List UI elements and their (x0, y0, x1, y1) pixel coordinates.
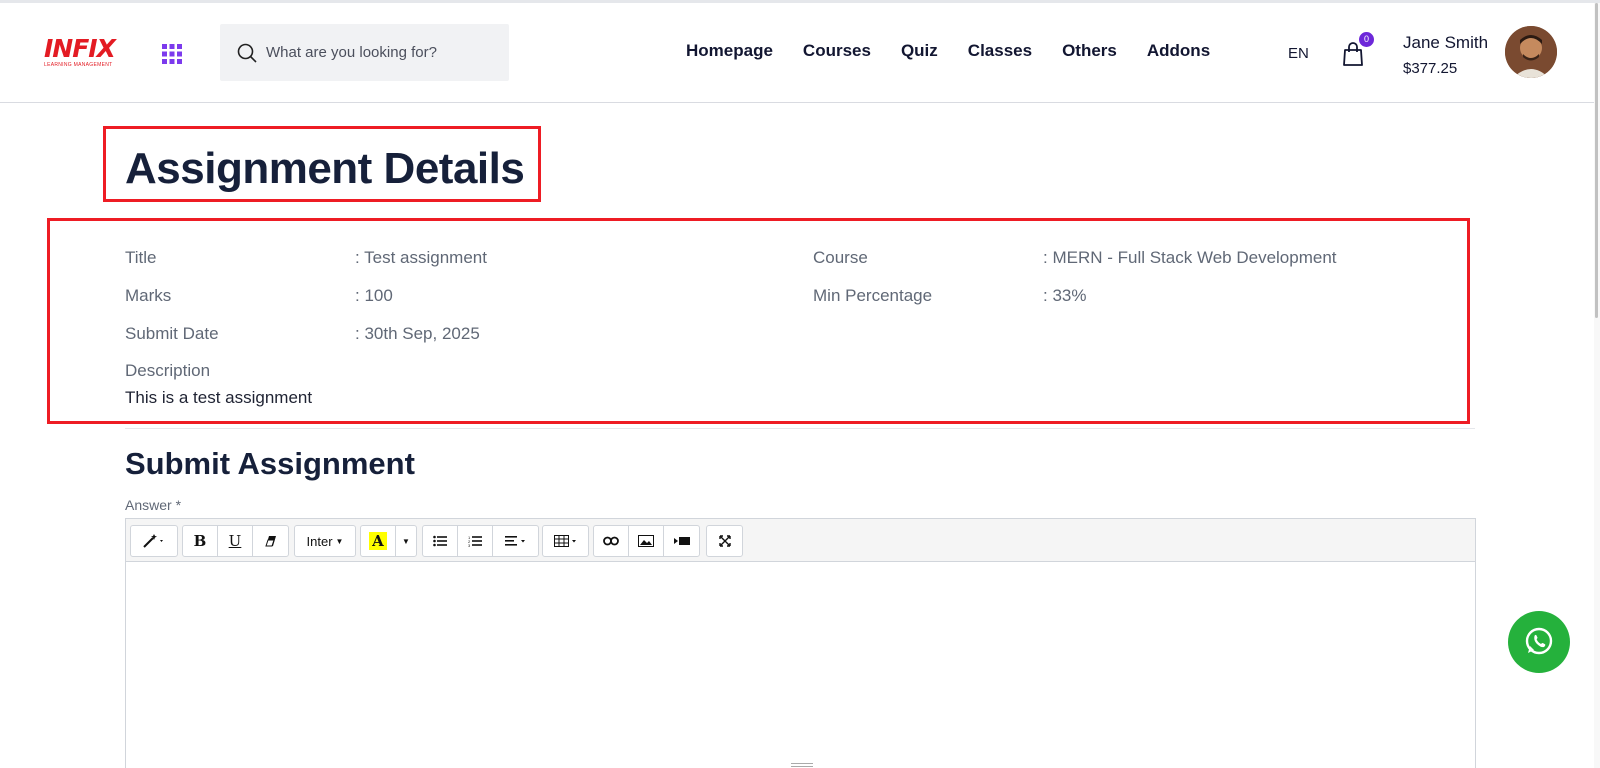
font-family-value: Inter (306, 533, 333, 549)
caret-down-icon: ▼ (335, 536, 344, 546)
submit-assignment-heading: Submit Assignment (125, 446, 415, 481)
page-title: Assignment Details (125, 144, 525, 193)
table-icon[interactable] (543, 526, 588, 556)
video-icon[interactable] (664, 526, 699, 556)
cart-count-badge: 0 (1359, 32, 1374, 47)
page-scrollbar[interactable] (1594, 3, 1600, 768)
whatsapp-icon (1525, 627, 1553, 655)
description-value: This is a test assignment (125, 388, 313, 407)
user-balance: $377.25 (1403, 60, 1458, 77)
text-color-swatch: A (369, 532, 387, 550)
svg-text:3: 3 (468, 543, 471, 547)
title-label: Title (125, 248, 157, 267)
section-divider (125, 428, 1475, 429)
nav-addons[interactable]: Addons (1147, 41, 1210, 65)
submit-date-value: : 30th Sep, 2025 (355, 324, 480, 343)
search-bar (220, 24, 509, 81)
title-value: : Test assignment (355, 248, 487, 267)
fullscreen-icon[interactable] (707, 526, 742, 556)
editor-resize-handle[interactable] (791, 763, 813, 767)
eraser-icon[interactable] (253, 526, 288, 556)
editor-toolbar: B U Inter ▼ A ▼ 123 (126, 519, 1475, 562)
toolbar-group-style (130, 525, 178, 557)
marks-value: : 100 (355, 286, 393, 305)
site-header: INFIX LEARNING MANAGEMENT Homepage Cours… (0, 3, 1596, 103)
description-label: Description (125, 361, 211, 380)
caret-down-icon[interactable]: ▼ (396, 526, 416, 556)
toolbar-group-para: 123 (422, 525, 539, 557)
course-label: Course (813, 248, 868, 267)
avatar[interactable] (1505, 26, 1557, 78)
language-selector[interactable]: EN (1288, 45, 1309, 62)
toolbar-group-color: A ▼ (360, 525, 417, 557)
apps-grid-icon[interactable] (161, 43, 183, 65)
answer-editor-area[interactable] (126, 562, 1475, 768)
font-family-dropdown[interactable]: Inter ▼ (295, 526, 355, 556)
text-color-icon[interactable]: A (361, 526, 396, 556)
toolbar-group-insert (593, 525, 700, 557)
nav-homepage[interactable]: Homepage (686, 41, 773, 65)
main-nav: Homepage Courses Quiz Classes Others Add… (686, 41, 1210, 65)
bold-icon[interactable]: B (183, 526, 218, 556)
course-value: : MERN - Full Stack Web Development (1043, 248, 1337, 267)
site-logo[interactable]: INFIX LEARNING MANAGEMENT (44, 36, 126, 72)
nav-classes[interactable]: Classes (968, 41, 1032, 65)
min-percentage-label: Min Percentage (813, 286, 933, 305)
link-icon[interactable] (594, 526, 629, 556)
submit-date-label: Submit Date (125, 324, 219, 343)
marks-label: Marks (125, 286, 172, 305)
magic-icon[interactable] (131, 526, 177, 556)
toolbar-group-table (542, 525, 589, 557)
nav-quiz[interactable]: Quiz (901, 41, 938, 65)
answer-label: Answer * (125, 497, 182, 513)
rich-text-editor: B U Inter ▼ A ▼ 123 (125, 518, 1476, 768)
search-input[interactable] (266, 24, 502, 81)
toolbar-group-font: B U (182, 525, 289, 557)
toolbar-group-family: Inter ▼ (294, 525, 356, 557)
whatsapp-chat-button[interactable] (1508, 611, 1570, 673)
unordered-list-icon[interactable] (423, 526, 458, 556)
search-icon[interactable] (236, 42, 258, 64)
user-name[interactable]: Jane Smith (1403, 33, 1488, 53)
underline-icon[interactable]: U (218, 526, 253, 556)
toolbar-group-view (706, 525, 743, 557)
scrollbar-thumb[interactable] (1595, 3, 1598, 318)
image-icon[interactable] (629, 526, 664, 556)
cart-button[interactable]: 0 (1341, 32, 1374, 69)
align-icon[interactable] (493, 526, 538, 556)
ordered-list-icon[interactable]: 123 (458, 526, 493, 556)
logo-mark: INFIX (44, 34, 116, 63)
min-percentage-value: : 33% (1043, 286, 1087, 305)
nav-courses[interactable]: Courses (803, 41, 871, 65)
nav-others[interactable]: Others (1062, 41, 1117, 65)
